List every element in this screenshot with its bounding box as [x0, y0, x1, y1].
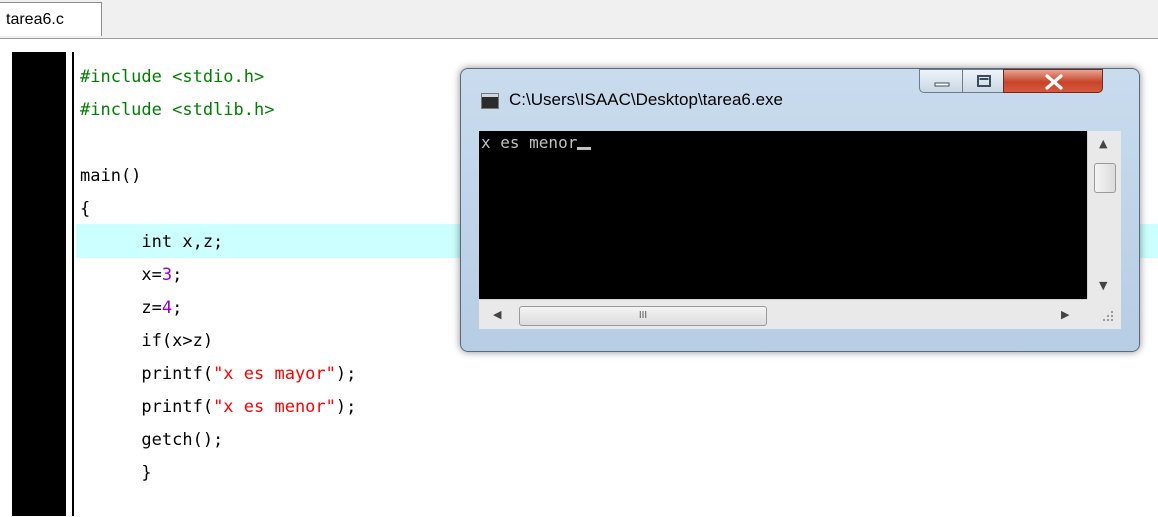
close-icon — [1045, 74, 1063, 90]
code-token: if(x>z) — [80, 331, 214, 351]
code-token: #include <stdlib.h> — [80, 100, 275, 120]
console-output-area[interactable]: x es menor — [479, 131, 1087, 299]
console-output-line: x es menor — [481, 133, 592, 153]
code-token: printf( — [80, 397, 214, 417]
console-cursor — [577, 147, 592, 150]
console-app-icon — [481, 93, 499, 109]
code-token: ); — [335, 397, 357, 417]
close-button[interactable] — [1003, 69, 1103, 93]
code-line[interactable]: #include <stdlib.h> — [80, 93, 274, 127]
horizontal-scrollbar[interactable]: ◀ III ▶ — [479, 299, 1087, 329]
code-token: main() — [80, 166, 142, 186]
gutter-edge — [72, 52, 74, 516]
code-line[interactable]: main() — [80, 159, 141, 193]
tab-tarea6[interactable]: tarea6.c — [0, 2, 102, 36]
code-token: "x es mayor" — [213, 364, 336, 384]
code-token: ); — [335, 364, 357, 384]
resize-grip[interactable] — [1087, 299, 1121, 329]
code-token: "x es menor" — [213, 397, 336, 417]
scroll-right-arrow-icon[interactable]: ▶ — [1061, 308, 1069, 321]
code-token: int x,z; — [80, 232, 224, 252]
scroll-up-arrow-icon[interactable]: ▲ — [1099, 137, 1107, 150]
console-output-text: x es menor — [481, 133, 578, 152]
minimize-icon — [934, 82, 950, 87]
code-line[interactable]: { — [80, 192, 90, 226]
code-line[interactable]: z=4; — [80, 291, 182, 325]
code-line[interactable]: } — [80, 456, 152, 490]
code-token: z= — [80, 298, 162, 318]
code-line[interactable]: int x,z; — [80, 225, 223, 259]
code-token: 3 — [161, 265, 173, 285]
console-window[interactable]: C:\Users\ISAAC\Desktop\tarea6.exe x es m… — [460, 68, 1140, 352]
code-line[interactable]: #include <stdio.h> — [80, 60, 264, 94]
vertical-scroll-thumb[interactable] — [1094, 163, 1116, 193]
code-line[interactable]: x=3; — [80, 258, 182, 292]
console-window-title: C:\Users\ISAAC\Desktop\tarea6.exe — [509, 90, 784, 109]
code-token: ; — [172, 298, 183, 318]
tab-strip: tarea6.c — [0, 0, 1158, 38]
minimize-button[interactable] — [919, 69, 963, 93]
code-token: x= — [80, 265, 162, 285]
code-token: getch(); — [80, 430, 224, 450]
scroll-left-arrow-icon[interactable]: ◀ — [493, 308, 501, 321]
code-token: 4 — [161, 298, 173, 318]
code-token: ; — [172, 265, 183, 285]
resize-grip-icon — [1103, 311, 1113, 321]
line-gutter — [12, 52, 66, 516]
code-line[interactable]: printf("x es mayor"); — [80, 357, 356, 391]
code-token: { — [80, 199, 91, 219]
scroll-down-arrow-icon[interactable]: ▼ — [1099, 279, 1107, 292]
code-token: #include <stdio.h> — [80, 67, 265, 87]
code-line[interactable]: printf("x es menor"); — [80, 390, 356, 424]
code-line[interactable]: getch(); — [80, 423, 223, 457]
code-token: printf( — [80, 364, 214, 384]
code-token: } — [80, 463, 152, 483]
maximize-icon — [977, 75, 991, 87]
vertical-scrollbar[interactable]: ▲ ▼ — [1087, 131, 1121, 299]
horizontal-scroll-thumb[interactable]: III — [519, 306, 767, 326]
maximize-button[interactable] — [962, 69, 1004, 93]
code-line[interactable]: if(x>z) — [80, 324, 213, 358]
